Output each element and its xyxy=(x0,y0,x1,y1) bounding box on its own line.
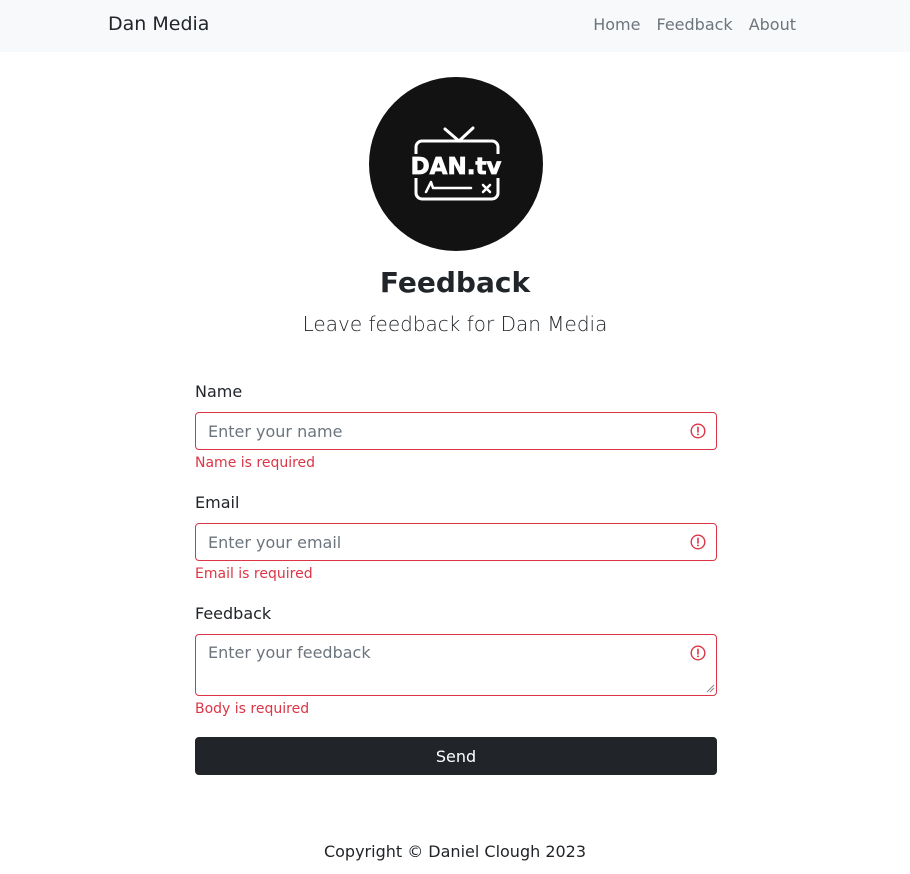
email-input[interactable] xyxy=(195,523,717,561)
email-error-icon xyxy=(690,534,706,550)
tv-icon: DAN.tv xyxy=(407,126,505,201)
name-error-icon xyxy=(690,423,706,439)
email-label: Email xyxy=(195,493,240,512)
nav-link-feedback[interactable]: Feedback xyxy=(656,15,732,34)
nav-links: Home Feedback About xyxy=(593,15,796,34)
page-title: Feedback xyxy=(379,266,531,299)
name-label: Name xyxy=(195,382,243,401)
nav-link-about[interactable]: About xyxy=(749,15,796,34)
feedback-error-icon xyxy=(690,645,706,661)
page-subtitle: Leave feedback for Dan Media xyxy=(302,312,608,336)
name-error: Name is required xyxy=(195,455,316,471)
email-error: Email is required xyxy=(195,566,313,582)
brand-link[interactable]: Dan Media xyxy=(108,13,209,35)
dan-tv-logo: DAN.tv xyxy=(369,77,543,251)
name-input[interactable] xyxy=(195,412,717,450)
footer-copyright: Copyright © Daniel Clough 2023 xyxy=(323,842,587,861)
send-button[interactable]: Send xyxy=(195,737,717,775)
feedback-label: Feedback xyxy=(195,604,272,623)
nav-link-home[interactable]: Home xyxy=(593,15,640,34)
feedback-error: Body is required xyxy=(195,701,310,717)
navbar: Dan Media Home Feedback About xyxy=(0,0,910,52)
logo-text: DAN.tv xyxy=(411,154,502,180)
textarea-resize-handle[interactable] xyxy=(706,684,715,693)
feedback-textarea[interactable] xyxy=(195,634,717,696)
